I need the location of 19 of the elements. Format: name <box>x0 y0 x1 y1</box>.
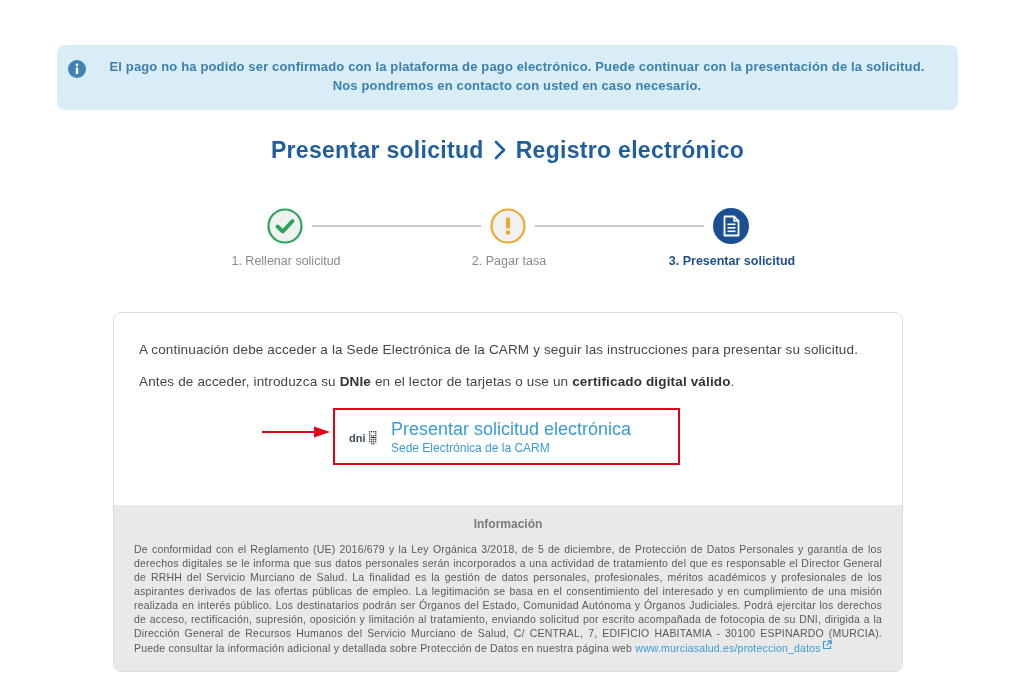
instruction-text: Antes de acceder, introduzca su DNIe en el lector de tarjetas o use un certificado digital válido. <box>139 374 736 390</box>
step-label: 2. Pagar tasa <box>471 253 547 269</box>
document-icon <box>712 208 749 244</box>
alert-message: El pago no ha podido ser confirmado con la plataforma de pago electrónico. Puede continuar con la presentación de la solicitud. Nos pondremos en contacto con usted en caso necesario. <box>108 58 926 95</box>
chevron-right-icon <box>493 140 506 160</box>
electronic-submission-link[interactable]: dni Presentar solicitud electrónica Sede Electrónica de la CARM <box>333 408 680 465</box>
step-label: 1. Rellenar solicitud <box>231 253 341 269</box>
logo-text: dni <box>349 430 366 445</box>
exclamation-icon <box>489 208 526 244</box>
step-label: 3. Presentar solicitud <box>668 253 796 269</box>
check-icon <box>266 208 303 244</box>
page-title: Registro electrónico <box>515 136 745 164</box>
external-link-icon <box>821 640 832 650</box>
chip-icon <box>367 430 378 445</box>
section-title: Información <box>472 516 544 532</box>
info-icon <box>68 60 86 78</box>
instruction-text: A continuación debe acceder a la Sede Electrónica de la CARM y seguir las instrucciones para presentar su solicitud. <box>139 342 860 358</box>
page-title: Presentar solicitud <box>270 136 484 164</box>
privacy-notice: De conformidad con el Reglamento (UE) 2016/679 y la Ley Orgánica 3/2018, de 5 de diciembre, de Protección de Datos Personales y garantía de los derechos digitales se le informa que sus datos personales serán incorporados a una actividad de tratamiento del que es responsable el Director General de RRHH del Servicio Murciano de Salud. La finalidad es la gestión de datos personales, profesionales, méritos académicos y profesionales de los aspirantes derivados de las ofertas públicas de empleo. La legitimación se basa en el consentimiento del interesado y en cumplimiento de una misión realizada en interés público. Los destinatarios podrán ser Órganos del Estado, Comunidad Autónoma y Órganos Judiciales. Podrá ejercitar los derechos de acceso, rectificación, supresión, oposición y limitación al tratamiento, enviando solicitud por escrito acompañada de fotocopia de su DNI, dirigida a la Dirección General de Recursos Humanos del Servicio Murciano de Salud, C/ CENTRAL, 7, EDIFICIO HABITAMIA - 30100 ESPINARDO (MURCIA). Puede consultar la información adicional y detallada sobre Protección de Datos en nuestra página web www.murciasalud.es/proteccion_datos <box>134 542 882 655</box>
